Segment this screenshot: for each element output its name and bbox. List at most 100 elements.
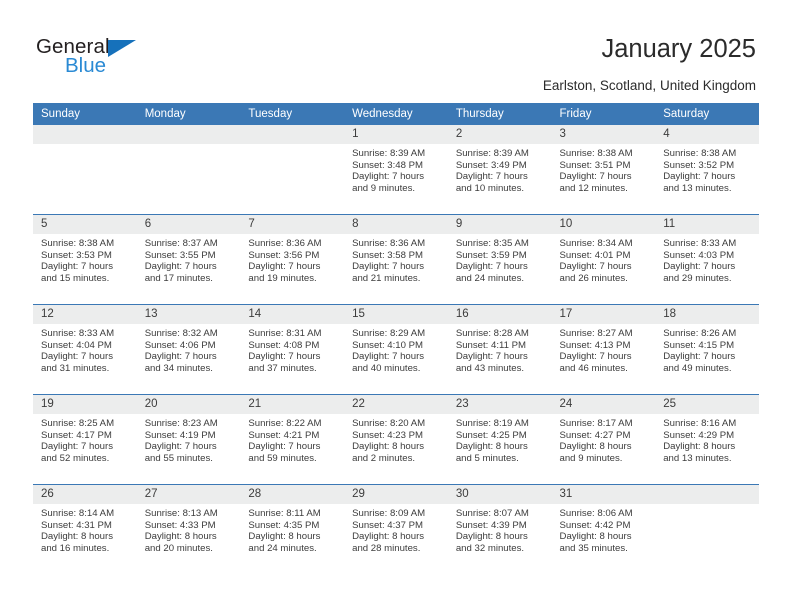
sunset-time: Sunset: 4:19 PM (144, 429, 216, 441)
calendar-day-cell[interactable]: 16 Sunrise: 8:28 AM Sunset: 4:11 PM Dayligh… (447, 304, 552, 395)
generalblue-logo[interactable]: General Blue (36, 36, 196, 84)
daylight-duration-line2: and 13 minutes. (663, 452, 732, 464)
daylight-duration-line2: and 9 minutes. (352, 182, 416, 194)
day-cell-inner (240, 125, 345, 214)
calendar-day-cell[interactable]: 29 Sunrise: 8:09 AM Sunset: 4:37 PM Dayligh… (344, 484, 448, 574)
sunrise-time: Sunrise: 8:39 AM (352, 148, 426, 159)
calendar-day-cell[interactable]: 18 Sunrise: 8:26 AM Sunset: 4:15 PM Dayligh… (655, 304, 759, 395)
calendar-day-cell[interactable]: 25 Sunrise: 8:16 AM Sunset: 4:29 PM Dayligh… (655, 394, 759, 485)
sunrise-time: Sunrise: 8:36 AM (248, 238, 322, 249)
calendar-day-cell[interactable]: 13 Sunrise: 8:32 AM Sunset: 4:06 PM Dayligh… (136, 304, 241, 395)
sunset-time: Sunset: 4:15 PM (663, 339, 735, 351)
day-number: 22 (344, 395, 448, 414)
day-number: 13 (136, 305, 241, 324)
day-cell-inner: 10 Sunrise: 8:34 AM Sunset: 4:01 PM Dayligh… (551, 215, 656, 304)
day-cell-inner: 25 Sunrise: 8:16 AM Sunset: 4:29 PM Dayligh… (655, 395, 759, 484)
sunset-time: Sunset: 4:06 PM (144, 339, 216, 351)
sunrise-time: Sunrise: 8:35 AM (455, 238, 529, 249)
calendar-day-cell[interactable]: 6 Sunrise: 8:37 AM Sunset: 3:55 PM Daylight… (136, 214, 241, 305)
calendar-day-cell[interactable]: 12 Sunrise: 8:33 AM Sunset: 4:04 PM Dayligh… (33, 304, 137, 395)
daylight-duration-line1: Daylight: 8 hours (144, 531, 217, 543)
sunset-time: Sunset: 3:53 PM (41, 249, 112, 261)
calendar-day-cell[interactable]: 23 Sunrise: 8:19 AM Sunset: 4:25 PM Dayligh… (447, 394, 552, 485)
calendar-day-cell[interactable]: 9 Sunrise: 8:35 AM Sunset: 3:59 PM Daylight… (447, 214, 552, 305)
calendar-day-cell[interactable]: 22 Sunrise: 8:20 AM Sunset: 4:23 PM Dayligh… (344, 394, 448, 485)
sunrise-time: Sunrise: 8:36 AM (352, 238, 426, 249)
day-number: 5 (33, 215, 137, 234)
weekday-header-tuesday: Tuesday (240, 103, 345, 125)
sunrise-time: Sunrise: 8:14 AM (41, 508, 115, 519)
calendar-day-cell[interactable]: 15 Sunrise: 8:29 AM Sunset: 4:10 PM Dayligh… (344, 304, 448, 395)
calendar-day-cell[interactable]: 2 Sunrise: 8:39 AM Sunset: 3:49 PM Daylight… (447, 125, 552, 215)
calendar-day-cell[interactable]: 27 Sunrise: 8:13 AM Sunset: 4:33 PM Dayligh… (136, 484, 241, 574)
day-sun-info: Sunrise: 8:19 AM Sunset: 4:25 PM Daylight:… (448, 414, 552, 464)
sunset-time: Sunset: 4:08 PM (248, 339, 320, 351)
day-sun-info: Sunrise: 8:36 AM Sunset: 3:58 PM Daylight:… (344, 234, 448, 284)
day-cell-inner: 4 Sunrise: 8:38 AM Sunset: 3:52 PM Daylight… (655, 125, 759, 214)
calendar-day-cell[interactable]: 14 Sunrise: 8:31 AM Sunset: 4:08 PM Dayligh… (240, 304, 345, 395)
calendar-day-cell[interactable]: 5 Sunrise: 8:38 AM Sunset: 3:53 PM Daylight… (33, 214, 137, 305)
daylight-duration-line2: and 49 minutes. (663, 362, 732, 374)
calendar-page: General Blue January 2025 Earlston, Scot… (0, 0, 792, 612)
calendar-day-cell[interactable]: 30 Sunrise: 8:07 AM Sunset: 4:39 PM Dayligh… (447, 484, 552, 574)
calendar-week-row: 26 Sunrise: 8:14 AM Sunset: 4:31 PM Dayligh… (33, 484, 759, 574)
calendar-day-cell[interactable]: 28 Sunrise: 8:11 AM Sunset: 4:35 PM Dayligh… (240, 484, 345, 574)
day-cell-inner: 22 Sunrise: 8:20 AM Sunset: 4:23 PM Dayligh… (344, 395, 448, 484)
daylight-duration-line2: and 59 minutes. (248, 452, 317, 464)
daylight-duration-line1: Daylight: 7 hours (41, 261, 113, 273)
calendar-day-cell[interactable]: 8 Sunrise: 8:36 AM Sunset: 3:58 PM Daylight… (344, 214, 448, 305)
day-cell-inner: 26 Sunrise: 8:14 AM Sunset: 4:31 PM Dayligh… (33, 485, 137, 574)
sunrise-time: Sunrise: 8:11 AM (248, 508, 321, 519)
day-sun-info: Sunrise: 8:37 AM Sunset: 3:55 PM Daylight:… (137, 234, 241, 284)
calendar-day-cell[interactable]: 20 Sunrise: 8:23 AM Sunset: 4:19 PM Dayligh… (136, 394, 241, 485)
day-number: 10 (551, 215, 656, 234)
calendar-day-cell[interactable]: 21 Sunrise: 8:22 AM Sunset: 4:21 PM Dayligh… (240, 394, 345, 485)
day-cell-inner: 30 Sunrise: 8:07 AM Sunset: 4:39 PM Dayligh… (447, 485, 552, 574)
sunrise-time: Sunrise: 8:22 AM (248, 418, 322, 429)
sunset-time: Sunset: 4:35 PM (248, 519, 320, 531)
calendar-day-cell[interactable]: 10 Sunrise: 8:34 AM Sunset: 4:01 PM Dayligh… (551, 214, 656, 305)
day-cell-inner: 9 Sunrise: 8:35 AM Sunset: 3:59 PM Daylight… (447, 215, 552, 304)
daylight-duration-line1: Daylight: 8 hours (41, 531, 113, 543)
sunset-time: Sunset: 4:21 PM (248, 429, 320, 441)
calendar-day-cell[interactable]: 7 Sunrise: 8:36 AM Sunset: 3:56 PM Daylight… (240, 214, 345, 305)
calendar-day-cell[interactable]: 19 Sunrise: 8:25 AM Sunset: 4:17 PM Dayligh… (33, 394, 137, 485)
day-cell-inner: 31 Sunrise: 8:06 AM Sunset: 4:42 PM Dayligh… (551, 485, 656, 574)
calendar-table: Sunday Monday Tuesday Wednesday Thursday… (33, 103, 759, 574)
calendar-body: 1 Sunrise: 8:39 AM Sunset: 3:48 PM Daylight… (33, 125, 759, 574)
calendar-day-cell[interactable]: 17 Sunrise: 8:27 AM Sunset: 4:13 PM Dayligh… (551, 304, 656, 395)
sunset-time: Sunset: 3:55 PM (144, 249, 216, 261)
sunset-time: Sunset: 4:25 PM (455, 429, 527, 441)
sunrise-time: Sunrise: 8:33 AM (663, 238, 737, 249)
day-sun-info: Sunrise: 8:17 AM Sunset: 4:27 PM Daylight:… (552, 414, 656, 464)
daylight-duration-line2: and 21 minutes. (352, 272, 421, 284)
day-sun-info: Sunrise: 8:16 AM Sunset: 4:29 PM Daylight:… (655, 414, 759, 464)
daylight-duration-line2: and 52 minutes. (41, 452, 110, 464)
day-sun-info: Sunrise: 8:33 AM Sunset: 4:03 PM Daylight:… (655, 234, 759, 284)
calendar-day-cell[interactable]: 31 Sunrise: 8:06 AM Sunset: 4:42 PM Dayligh… (551, 484, 656, 574)
daylight-duration-line1: Daylight: 7 hours (144, 441, 217, 453)
day-cell-inner: 19 Sunrise: 8:25 AM Sunset: 4:17 PM Dayligh… (33, 395, 137, 484)
daylight-duration-line2: and 31 minutes. (41, 362, 110, 374)
day-number: 14 (240, 305, 345, 324)
weekday-header-friday: Friday (551, 103, 656, 125)
daylight-duration-line1: Daylight: 7 hours (559, 261, 632, 273)
daylight-duration-line1: Daylight: 7 hours (352, 261, 425, 273)
calendar-day-cell[interactable]: 3 Sunrise: 8:38 AM Sunset: 3:51 PM Daylight… (551, 125, 656, 215)
sunrise-time: Sunrise: 8:33 AM (41, 328, 115, 339)
day-cell-inner: 17 Sunrise: 8:27 AM Sunset: 4:13 PM Dayligh… (551, 305, 656, 394)
calendar-day-cell[interactable]: 26 Sunrise: 8:14 AM Sunset: 4:31 PM Dayligh… (33, 484, 137, 574)
daylight-duration-line2: and 12 minutes. (559, 182, 628, 194)
daylight-duration-line2: and 16 minutes. (41, 542, 110, 554)
sunrise-time: Sunrise: 8:23 AM (144, 418, 218, 429)
sunset-time: Sunset: 4:11 PM (455, 339, 527, 351)
day-sun-info: Sunrise: 8:39 AM Sunset: 3:49 PM Daylight:… (448, 144, 552, 194)
sunrise-time: Sunrise: 8:32 AM (144, 328, 218, 339)
calendar-day-cell[interactable]: 1 Sunrise: 8:39 AM Sunset: 3:48 PM Daylight… (344, 125, 448, 215)
calendar-empty-cell (33, 125, 137, 215)
weekday-header-wednesday: Wednesday (344, 103, 448, 125)
calendar-day-cell[interactable]: 4 Sunrise: 8:38 AM Sunset: 3:52 PM Daylight… (655, 125, 759, 215)
calendar-day-cell[interactable]: 11 Sunrise: 8:33 AM Sunset: 4:03 PM Dayligh… (655, 214, 759, 305)
calendar-day-cell[interactable]: 24 Sunrise: 8:17 AM Sunset: 4:27 PM Dayligh… (551, 394, 656, 485)
day-cell-inner: 5 Sunrise: 8:38 AM Sunset: 3:53 PM Daylight… (33, 215, 137, 304)
